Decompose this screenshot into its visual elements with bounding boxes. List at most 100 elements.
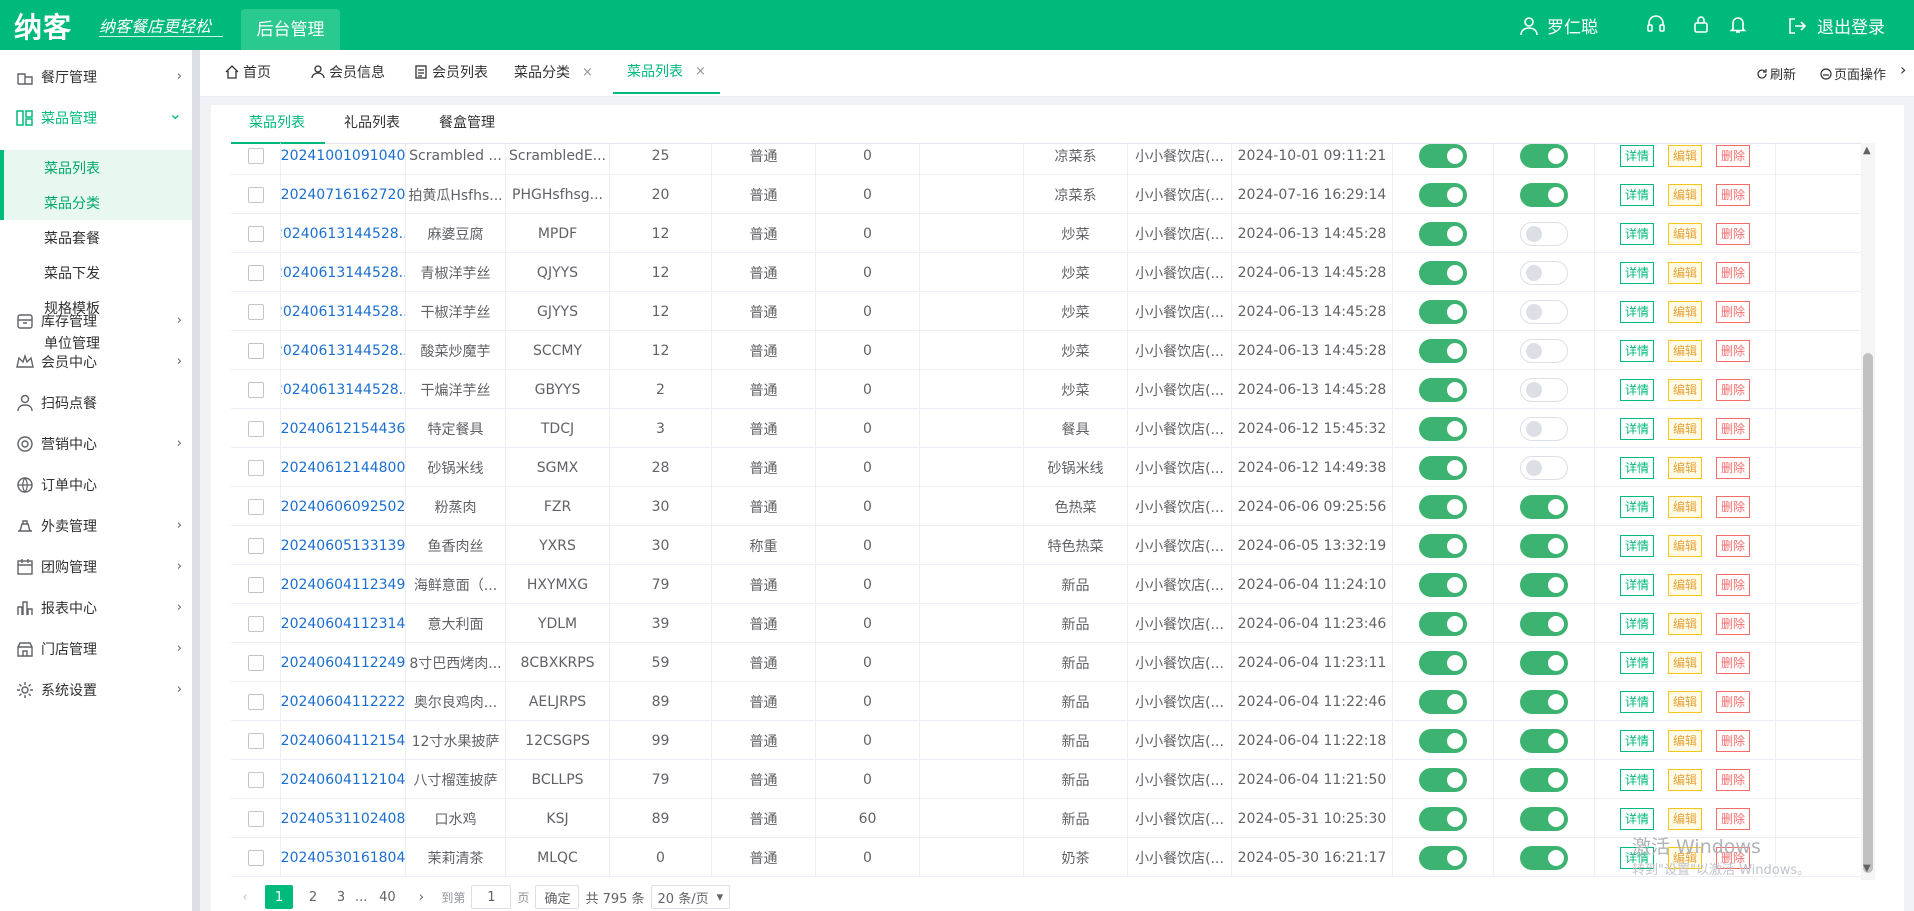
row-checkbox[interactable] (247, 381, 264, 398)
online-toggle[interactable] (1520, 533, 1568, 558)
detail-button[interactable]: 详情 (1619, 690, 1654, 713)
detail-button[interactable]: 详情 (1619, 222, 1654, 245)
online-toggle[interactable] (1520, 260, 1568, 285)
delete-button[interactable]: 删除 (1716, 339, 1751, 362)
detail-button[interactable]: 详情 (1619, 378, 1654, 401)
cell-code[interactable]: 20240612144800 (281, 448, 406, 487)
page-2[interactable]: 2 (299, 885, 327, 909)
sidebar-subitem-5[interactable]: 单位管理 (0, 325, 192, 360)
table-row[interactable]: 20240613144528... 麻婆豆腐 MPDF 12 普通 0 炒菜 小小餐饮店(..… (231, 214, 1861, 253)
table-row[interactable]: 20240604112249 8寸巴西烤肉... 8CBXKRPS 59 普通 0 新品 小小… (231, 643, 1861, 682)
online-toggle[interactable] (1520, 611, 1568, 636)
sidebar-subitem-1[interactable]: 菜品分类 (0, 185, 192, 220)
status-toggle[interactable] (1419, 494, 1467, 519)
edit-button[interactable]: 编辑 (1667, 729, 1702, 752)
row-checkbox[interactable] (247, 654, 264, 671)
delete-button[interactable]: 删除 (1716, 183, 1751, 206)
edit-button[interactable]: 编辑 (1667, 690, 1702, 713)
status-toggle[interactable] (1419, 182, 1467, 207)
status-toggle[interactable] (1419, 299, 1467, 324)
detail-button[interactable]: 详情 (1619, 339, 1654, 362)
row-checkbox[interactable] (247, 264, 264, 281)
cell-code[interactable]: 20240613144528... (281, 253, 406, 292)
status-toggle[interactable] (1419, 260, 1467, 285)
prev-page-button[interactable]: ‹ (231, 885, 259, 909)
detail-button[interactable]: 详情 (1619, 417, 1654, 440)
edit-button[interactable]: 编辑 (1667, 183, 1702, 206)
status-toggle[interactable] (1419, 533, 1467, 558)
sidebar-item-6[interactable]: 订单中心 (0, 468, 192, 502)
bell-icon[interactable] (1727, 13, 1749, 35)
delete-button[interactable]: 删除 (1716, 534, 1751, 557)
cell-code[interactable]: 20240613144528... (281, 370, 406, 409)
table-row[interactable]: 20240604112314 意大利面 YDLM 39 普通 0 新品 小小餐饮店(... 20… (231, 604, 1861, 643)
subtab-box-manage[interactable]: 餐盒管理 (439, 112, 495, 142)
delete-button[interactable]: 删除 (1716, 456, 1751, 479)
cell-code[interactable]: 20240604112249 (281, 643, 406, 682)
sidebar-item-10[interactable]: 门店管理 › (0, 632, 192, 666)
status-toggle[interactable] (1419, 845, 1467, 870)
online-toggle[interactable] (1520, 416, 1568, 441)
table-row[interactable]: 20240606092502 粉蒸肉 FZR 30 普通 0 色热菜 小小餐饮店(... 202… (231, 487, 1861, 526)
table-row[interactable]: 20240604112349 海鲜意面（... HXYMXG 79 普通 0 新品 小小餐饮店… (231, 565, 1861, 604)
cell-code[interactable]: 20240605133139 (281, 526, 406, 565)
online-toggle[interactable] (1520, 143, 1568, 168)
delete-button[interactable]: 删除 (1716, 300, 1751, 323)
table-row[interactable]: 20240613144528... 干煸洋芋丝 GBYYS 2 普通 0 炒菜 小小餐饮店(.… (231, 370, 1861, 409)
delete-button[interactable]: 删除 (1716, 612, 1751, 635)
subtab-gift-list[interactable]: 礼品列表 (344, 112, 400, 142)
chevron-right-icon[interactable]: › (1900, 60, 1906, 79)
cell-code[interactable]: 20240604112222 (281, 682, 406, 721)
page-ops-button[interactable]: 页面操作 (1820, 64, 1886, 83)
row-checkbox[interactable] (247, 459, 264, 476)
status-toggle[interactable] (1419, 650, 1467, 675)
row-checkbox[interactable] (247, 186, 264, 203)
row-checkbox[interactable] (247, 771, 264, 788)
online-toggle[interactable] (1520, 494, 1568, 519)
table-row[interactable]: 20240530161804 茉莉清茶 MLQC 0 普通 0 奶茶 小小餐饮店(... 202… (231, 838, 1861, 877)
edit-button[interactable]: 编辑 (1667, 378, 1702, 401)
status-toggle[interactable] (1419, 338, 1467, 363)
row-checkbox[interactable] (247, 498, 264, 515)
detail-button[interactable]: 详情 (1619, 261, 1654, 284)
table-row[interactable]: 20240612154436 特定餐具 TDCJ 3 普通 0 餐具 小小餐饮店(... 202… (231, 409, 1861, 448)
tab-home[interactable]: 首页 (225, 50, 271, 94)
online-toggle[interactable] (1520, 845, 1568, 870)
edit-button[interactable]: 编辑 (1667, 456, 1702, 479)
row-checkbox[interactable] (247, 693, 264, 710)
page-size-select[interactable]: 20 条/页 ▾ (650, 885, 731, 909)
table-row[interactable]: 20240604112104 八寸榴莲披萨 BCLLPS 79 普通 0 新品 小小餐饮店(.… (231, 760, 1861, 799)
delete-button[interactable]: 删除 (1716, 417, 1751, 440)
headset-icon[interactable] (1645, 13, 1667, 35)
sidebar-subitem-2[interactable]: 菜品套餐 (0, 220, 192, 255)
delete-button[interactable]: 删除 (1716, 768, 1751, 791)
cell-code[interactable]: 20240613144528... (281, 214, 406, 253)
admin-tab[interactable]: 后台管理 (241, 9, 340, 50)
page-1[interactable]: 1 (265, 885, 293, 909)
scroll-up-icon[interactable]: ▲ (1863, 145, 1871, 156)
cell-code[interactable]: 20240606092502 (281, 487, 406, 526)
sidebar-subitem-3[interactable]: 菜品下发 (0, 255, 192, 290)
edit-button[interactable]: 编辑 (1667, 144, 1702, 167)
detail-button[interactable]: 详情 (1619, 612, 1654, 635)
cell-code[interactable]: 20240604112349 (281, 565, 406, 604)
refresh-button[interactable]: 刷新 (1756, 64, 1796, 83)
edit-button[interactable]: 编辑 (1667, 612, 1702, 635)
logout-button[interactable]: 退出登录 (1787, 13, 1885, 38)
confirm-button[interactable]: 确定 (535, 885, 580, 909)
detail-button[interactable]: 详情 (1619, 729, 1654, 752)
table-row[interactable]: 20240613144528... 青椒洋芋丝 QJYYS 12 普通 0 炒菜 小小餐饮店(… (231, 253, 1861, 292)
page-3[interactable]: 3 (333, 885, 349, 909)
scroll-down-icon[interactable]: ▼ (1863, 863, 1871, 874)
cell-code[interactable]: 20240716162720 (281, 175, 406, 214)
row-checkbox[interactable] (247, 420, 264, 437)
tab-dish-category[interactable]: 菜品分类 × (514, 50, 593, 94)
detail-button[interactable]: 详情 (1619, 300, 1654, 323)
online-toggle[interactable] (1520, 299, 1568, 324)
status-toggle[interactable] (1419, 806, 1467, 831)
table-row[interactable]: 20240716162720 拍黄瓜Hsfhs... PHGHsfhsg... 20 普… (231, 175, 1861, 214)
cell-code[interactable]: 20240531102408 (281, 799, 406, 838)
detail-button[interactable]: 详情 (1619, 768, 1654, 791)
tab-member-info[interactable]: 会员信息 (311, 50, 385, 94)
edit-button[interactable]: 编辑 (1667, 768, 1702, 791)
